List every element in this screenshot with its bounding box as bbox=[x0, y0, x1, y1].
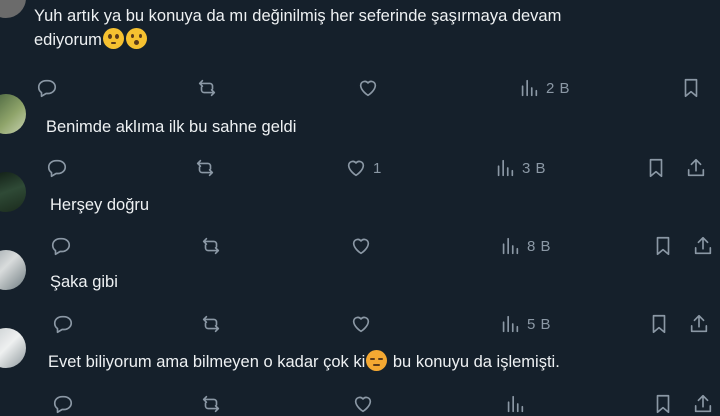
post-text: Herşey doğru bbox=[50, 196, 150, 214]
views-icon bbox=[502, 315, 519, 333]
bookmark-icon bbox=[649, 158, 663, 178]
bookmark-icon bbox=[652, 314, 666, 334]
bookmark-button[interactable] bbox=[645, 156, 667, 180]
views-button[interactable]: 3 B bbox=[494, 156, 546, 180]
like-button[interactable] bbox=[350, 312, 378, 336]
reply-button[interactable] bbox=[50, 234, 72, 258]
reply-icon bbox=[53, 395, 73, 414]
share-icon bbox=[694, 236, 712, 255]
reply-icon bbox=[51, 237, 71, 256]
reply-icon bbox=[53, 315, 73, 334]
bookmark-icon bbox=[656, 236, 670, 256]
disappointed-face-icon bbox=[366, 350, 388, 371]
share-button[interactable] bbox=[692, 392, 714, 416]
reply-icon bbox=[37, 79, 57, 98]
repost-icon bbox=[202, 237, 220, 255]
repost-icon bbox=[202, 395, 220, 413]
heart-icon bbox=[352, 238, 370, 255]
views-button[interactable]: 8 B bbox=[499, 234, 551, 258]
post-actions: 8 B bbox=[0, 234, 720, 258]
bookmark-button[interactable] bbox=[680, 76, 702, 100]
post-actions: 2 B bbox=[0, 76, 720, 100]
heart-icon bbox=[352, 316, 370, 333]
repost-icon bbox=[196, 159, 214, 177]
post-text-before: Evet biliyorum ama bilmeyen o kadar çok … bbox=[48, 353, 366, 371]
reply-icon bbox=[47, 159, 67, 178]
reply-button[interactable] bbox=[52, 312, 74, 336]
like-button[interactable] bbox=[352, 392, 374, 416]
reply-button[interactable] bbox=[36, 76, 58, 100]
repost-button[interactable] bbox=[196, 76, 218, 100]
share-icon bbox=[694, 394, 712, 413]
like-button[interactable] bbox=[357, 76, 385, 100]
like-button[interactable] bbox=[350, 234, 378, 258]
views-icon bbox=[507, 395, 524, 413]
avatar[interactable] bbox=[0, 94, 26, 134]
post-actions: 1 3 B bbox=[0, 156, 720, 180]
heart-icon bbox=[347, 160, 365, 177]
share-icon bbox=[687, 158, 705, 177]
repost-button[interactable] bbox=[200, 392, 222, 416]
bookmark-button[interactable] bbox=[652, 234, 674, 258]
share-icon bbox=[690, 314, 708, 333]
post-text-after: bu konuyu da işlemişti. bbox=[388, 353, 560, 371]
reply-button[interactable] bbox=[52, 392, 74, 416]
repost-button[interactable] bbox=[200, 234, 222, 258]
post-text: Şaka gibi bbox=[50, 273, 118, 291]
bookmark-button[interactable] bbox=[648, 312, 670, 336]
views-button[interactable]: 2 B bbox=[518, 76, 570, 100]
post-text: Yuh artık ya bu konuya da mı değinilmiş … bbox=[34, 4, 561, 52]
bookmark-button[interactable] bbox=[652, 392, 674, 416]
hushed-face-icon bbox=[125, 28, 147, 49]
reply-button[interactable] bbox=[46, 156, 68, 180]
post-actions bbox=[0, 392, 720, 416]
post-text: Evet biliyorum ama bilmeyen o kadar çok … bbox=[48, 350, 560, 374]
view-count: 3 B bbox=[522, 159, 547, 177]
bookmark-icon bbox=[656, 394, 670, 414]
repost-button[interactable] bbox=[194, 156, 216, 180]
bookmark-icon bbox=[684, 78, 698, 98]
views-icon bbox=[497, 159, 514, 177]
post-text: Benimde aklıma ilk bu sahne geldi bbox=[46, 118, 297, 136]
post-actions: 5 B bbox=[0, 312, 720, 336]
repost-icon bbox=[198, 79, 216, 97]
post-text-line2: ediyorum bbox=[34, 31, 102, 49]
like-count: 1 bbox=[373, 159, 382, 177]
views-button[interactable]: 5 B bbox=[499, 312, 551, 336]
repost-button[interactable] bbox=[200, 312, 222, 336]
view-count: 2 B bbox=[546, 79, 571, 97]
heart-icon bbox=[359, 80, 377, 97]
view-count: 8 B bbox=[527, 237, 552, 255]
share-button[interactable] bbox=[685, 156, 707, 180]
repost-icon bbox=[202, 315, 220, 333]
views-button[interactable] bbox=[504, 392, 526, 416]
heart-icon bbox=[354, 396, 372, 413]
like-button[interactable]: 1 bbox=[345, 156, 382, 180]
views-icon bbox=[502, 237, 519, 255]
pleading-face-icon bbox=[102, 28, 124, 49]
view-count: 5 B bbox=[527, 315, 552, 333]
share-button[interactable] bbox=[692, 234, 714, 258]
views-icon bbox=[521, 79, 538, 97]
post-text-line1: Yuh artık ya bu konuya da mı değinilmiş … bbox=[34, 7, 562, 25]
avatar[interactable] bbox=[0, 0, 26, 18]
share-button[interactable] bbox=[688, 312, 710, 336]
